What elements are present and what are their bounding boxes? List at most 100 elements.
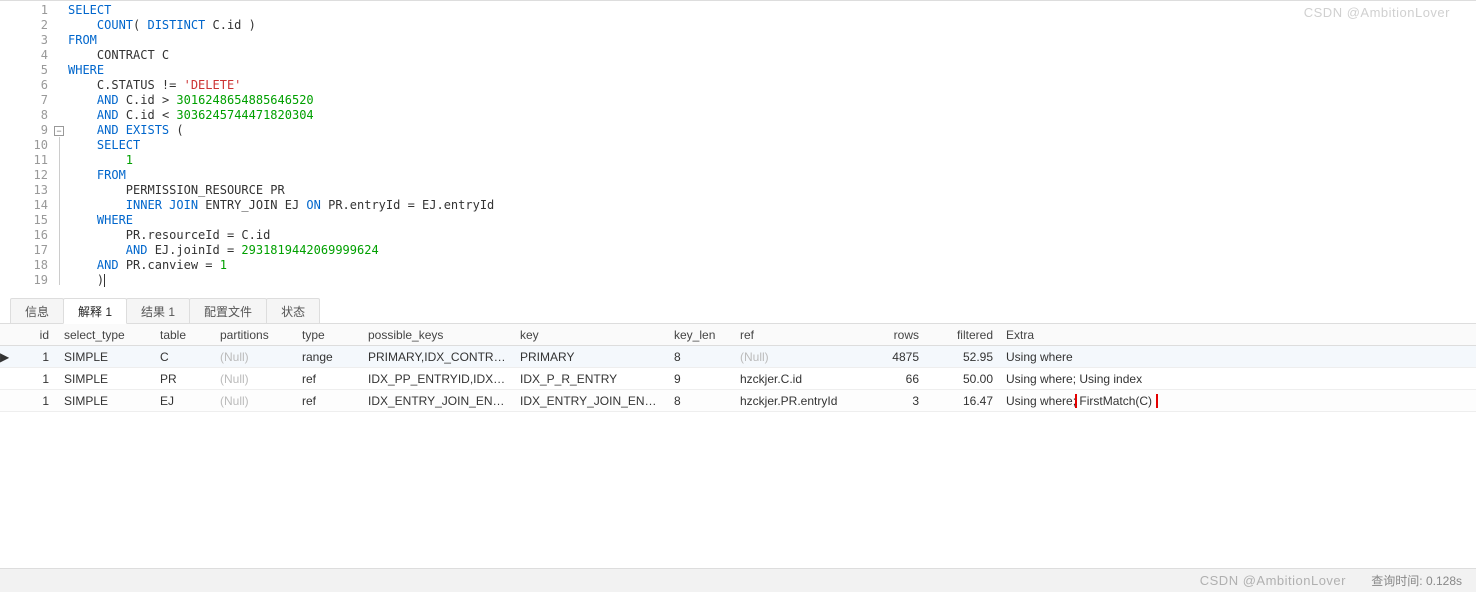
- code-content[interactable]: SELECT COUNT( DISTINCT C.id )FROM CONTRA…: [68, 3, 494, 298]
- cell[interactable]: SIMPLE: [58, 372, 154, 386]
- cell[interactable]: IDX_P_R_ENTRY: [514, 372, 668, 386]
- cell[interactable]: IDX_ENTRY_JOIN_ENTRYI: [514, 394, 668, 408]
- cell[interactable]: 1: [10, 394, 58, 408]
- line-number: 8: [0, 108, 48, 123]
- cell[interactable]: 8: [668, 394, 734, 408]
- line-number: 12: [0, 168, 48, 183]
- code-line[interactable]: C.STATUS != 'DELETE': [68, 78, 494, 93]
- tab-0[interactable]: 信息: [10, 298, 64, 323]
- col-type[interactable]: type: [296, 328, 362, 342]
- code-line[interactable]: FROM: [68, 33, 494, 48]
- status-query-time: 查询时间: 0.128s: [1371, 572, 1462, 589]
- cell[interactable]: C: [154, 350, 214, 364]
- cell[interactable]: 9: [668, 372, 734, 386]
- line-number: 6: [0, 78, 48, 93]
- code-line[interactable]: SELECT: [68, 138, 494, 153]
- cell[interactable]: 1: [10, 372, 58, 386]
- cell[interactable]: (Null): [214, 350, 296, 364]
- col-key[interactable]: key: [514, 328, 668, 342]
- line-number: 13: [0, 183, 48, 198]
- code-line[interactable]: ): [68, 273, 494, 288]
- cell[interactable]: 4875: [874, 350, 926, 364]
- line-number: 16: [0, 228, 48, 243]
- line-number: 11: [0, 153, 48, 168]
- cell[interactable]: hzckjer.PR.entryId: [734, 394, 874, 408]
- col-key-len[interactable]: key_len: [668, 328, 734, 342]
- tab-2[interactable]: 结果 1: [126, 298, 190, 323]
- line-number: 7: [0, 93, 48, 108]
- line-number: 5: [0, 63, 48, 78]
- code-line[interactable]: CONTRACT C: [68, 48, 494, 63]
- code-line[interactable]: AND EXISTS (: [68, 123, 494, 138]
- cell[interactable]: PRIMARY: [514, 350, 668, 364]
- cell[interactable]: Using where: [1000, 350, 1476, 364]
- cell[interactable]: (Null): [214, 372, 296, 386]
- col-filtered[interactable]: filtered: [926, 328, 1000, 342]
- line-number: 9: [0, 123, 48, 138]
- cell[interactable]: PRIMARY,IDX_CONTRACT: [362, 350, 514, 364]
- line-number: 18: [0, 258, 48, 273]
- cell[interactable]: Using where; Using index: [1000, 372, 1476, 386]
- tab-4[interactable]: 状态: [266, 298, 320, 323]
- code-line[interactable]: FROM: [68, 168, 494, 183]
- cell[interactable]: Using where; FirstMatch(C): [1000, 394, 1476, 408]
- table-row[interactable]: ▶1SIMPLEC(Null)rangePRIMARY,IDX_CONTRACT…: [0, 346, 1476, 368]
- cell[interactable]: SIMPLE: [58, 350, 154, 364]
- sql-editor[interactable]: 12345678910111213141516171819 − SELECT C…: [0, 0, 1476, 298]
- table-row[interactable]: 1SIMPLEEJ(Null)refIDX_ENTRY_JOIN_ENTRYII…: [0, 390, 1476, 412]
- cell[interactable]: 1: [10, 350, 58, 364]
- cell[interactable]: EJ: [154, 394, 214, 408]
- cell[interactable]: 52.95: [926, 350, 1000, 364]
- code-line[interactable]: WHERE: [68, 63, 494, 78]
- col-possible-keys[interactable]: possible_keys: [362, 328, 514, 342]
- code-line[interactable]: PERMISSION_RESOURCE PR: [68, 183, 494, 198]
- tab-3[interactable]: 配置文件: [189, 298, 267, 323]
- code-line[interactable]: COUNT( DISTINCT C.id ): [68, 18, 494, 33]
- fold-guide: [59, 137, 60, 285]
- cell[interactable]: 3: [874, 394, 926, 408]
- line-number: 4: [0, 48, 48, 63]
- code-line[interactable]: SELECT: [68, 3, 494, 18]
- code-line[interactable]: AND EJ.joinId = 2931819442069999624: [68, 243, 494, 258]
- result-tab-strip: 信息解释 1结果 1配置文件状态: [0, 298, 1476, 324]
- cell[interactable]: ref: [296, 372, 362, 386]
- code-line[interactable]: 1: [68, 153, 494, 168]
- cell[interactable]: hzckjer.C.id: [734, 372, 874, 386]
- cell[interactable]: IDX_PP_ENTRYID,IDX_PP_N: [362, 372, 514, 386]
- code-line[interactable]: AND PR.canview = 1: [68, 258, 494, 273]
- code-line[interactable]: AND C.id > 3016248654885646520: [68, 93, 494, 108]
- col-partitions[interactable]: partitions: [214, 328, 296, 342]
- watermark: CSDN @AmbitionLover: [1200, 573, 1346, 588]
- table-row[interactable]: 1SIMPLEPR(Null)refIDX_PP_ENTRYID,IDX_PP_…: [0, 368, 1476, 390]
- col-table[interactable]: table: [154, 328, 214, 342]
- cell[interactable]: PR: [154, 372, 214, 386]
- col-select-type[interactable]: select_type: [58, 328, 154, 342]
- cell[interactable]: 16.47: [926, 394, 1000, 408]
- code-line[interactable]: WHERE: [68, 213, 494, 228]
- fold-toggle-icon[interactable]: −: [54, 126, 64, 136]
- explain-grid[interactable]: id select_type table partitions type pos…: [0, 324, 1476, 412]
- tab-1[interactable]: 解释 1: [63, 298, 127, 324]
- code-line[interactable]: AND C.id < 3036245744471820304: [68, 108, 494, 123]
- line-number: 15: [0, 213, 48, 228]
- line-number: 3: [0, 33, 48, 48]
- cell[interactable]: (Null): [734, 350, 874, 364]
- cell[interactable]: IDX_ENTRY_JOIN_ENTRYI: [362, 394, 514, 408]
- code-line[interactable]: PR.resourceId = C.id: [68, 228, 494, 243]
- cell[interactable]: 66: [874, 372, 926, 386]
- highlight-box: [1075, 394, 1158, 408]
- cell[interactable]: (Null): [214, 394, 296, 408]
- line-number: 10: [0, 138, 48, 153]
- code-line[interactable]: INNER JOIN ENTRY_JOIN EJ ON PR.entryId =…: [68, 198, 494, 213]
- cell[interactable]: 8: [668, 350, 734, 364]
- cell[interactable]: ▶: [0, 350, 10, 364]
- col-ref[interactable]: ref: [734, 328, 874, 342]
- cell[interactable]: range: [296, 350, 362, 364]
- line-gutter: 12345678910111213141516171819: [0, 3, 54, 298]
- col-rows[interactable]: rows: [874, 328, 926, 342]
- cell[interactable]: 50.00: [926, 372, 1000, 386]
- cell[interactable]: ref: [296, 394, 362, 408]
- col-id[interactable]: id: [10, 328, 58, 342]
- cell[interactable]: SIMPLE: [58, 394, 154, 408]
- col-extra[interactable]: Extra: [1000, 328, 1476, 342]
